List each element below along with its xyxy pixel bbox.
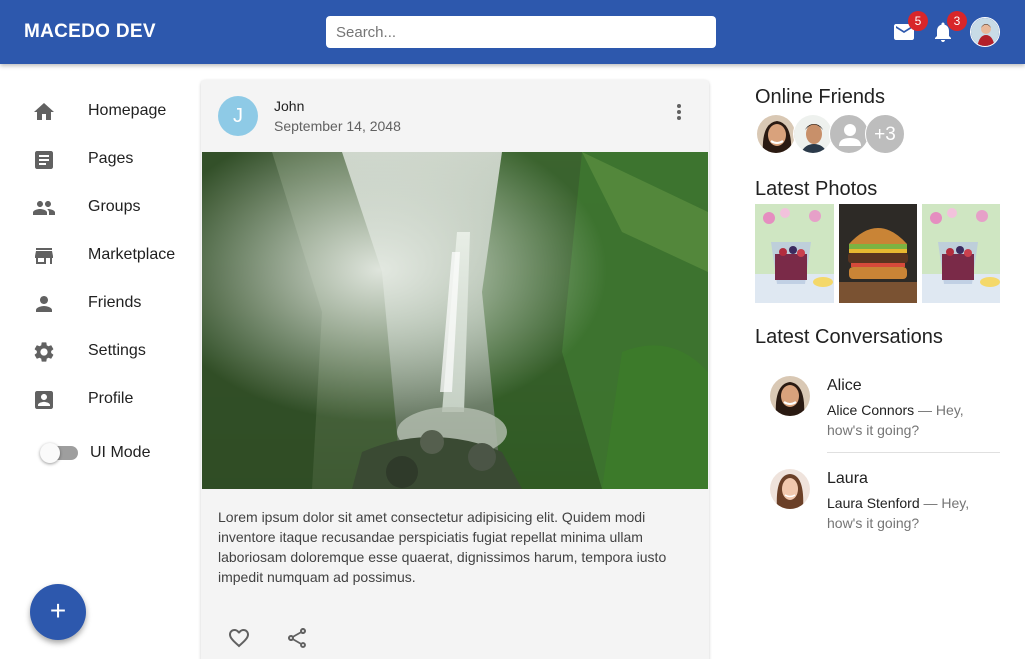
mail-badge: 5	[908, 11, 928, 31]
notifications-badge: 3	[947, 11, 967, 31]
laura-photo	[770, 469, 810, 509]
heart-icon	[229, 629, 249, 648]
conversation-item[interactable]: Laura Laura Stenford — Hey, how's it goi…	[755, 469, 1005, 533]
conversation-sender: Alice Connors	[827, 402, 915, 418]
photo-thumbnail[interactable]	[839, 204, 917, 303]
dessert-photo	[755, 204, 834, 303]
sidebar-item-label: Homepage	[88, 102, 167, 119]
add-button[interactable]: +	[30, 584, 86, 640]
conversation-name: Alice	[827, 377, 862, 394]
notifications-button[interactable]: 3	[931, 11, 967, 44]
post-date: September 14, 2048	[274, 118, 401, 134]
more-friends-count[interactable]: +3	[865, 114, 905, 154]
sidebar-item-label: Friends	[88, 294, 142, 311]
share-button[interactable]	[285, 626, 309, 650]
latest-conversations-title: Latest Conversations	[755, 326, 943, 348]
person-icon	[36, 296, 52, 312]
alice-photo	[770, 376, 810, 416]
sidebar-item-label: Settings	[88, 342, 146, 359]
conversation-item[interactable]: Alice Alice Connors — Hey, how's it goin…	[755, 376, 1005, 440]
sidebar-item-settings[interactable]: Settings	[0, 328, 200, 376]
sidebar-item-label: Marketplace	[88, 246, 176, 263]
friend-photo	[757, 115, 795, 153]
ui-mode-label: UI Mode	[90, 444, 151, 461]
latest-photos-title: Latest Photos	[755, 178, 878, 200]
user-avatar[interactable]	[970, 17, 1000, 47]
sidebar-item-friends[interactable]: Friends	[0, 280, 200, 328]
sidebar-item-label: Pages	[88, 150, 134, 167]
post-image	[202, 152, 708, 489]
friend-avatar[interactable]	[793, 114, 833, 154]
share-icon	[288, 628, 306, 648]
conversation-divider	[827, 452, 1000, 453]
post-avatar[interactable]: J	[218, 96, 258, 136]
ui-mode-toggle-row: UI Mode	[0, 438, 200, 466]
photo-thumbnail[interactable]	[922, 204, 1000, 303]
conversation-preview: Alice Connors — Hey, how's it going?	[827, 400, 987, 440]
conversation-name: Laura	[827, 470, 868, 487]
friend-photo	[794, 115, 832, 153]
sidebar-item-label: Profile	[88, 390, 134, 407]
photo-thumbnail[interactable]	[755, 204, 834, 303]
like-button[interactable]	[227, 626, 251, 650]
person-icon	[839, 124, 861, 146]
article-icon	[35, 151, 53, 169]
sidebar-item-homepage[interactable]: Homepage	[0, 88, 200, 136]
friend-avatar[interactable]	[756, 114, 796, 154]
conversation-preview: Laura Stenford — Hey, how's it going?	[827, 493, 987, 533]
app-title[interactable]: MACEDO DEV	[24, 21, 156, 43]
conversation-avatar	[770, 469, 810, 509]
sidebar-item-pages[interactable]: Pages	[0, 136, 200, 184]
user-avatar-image	[971, 18, 999, 46]
more-vertical-icon	[677, 104, 681, 120]
account-box-icon	[35, 391, 53, 409]
post-text: Lorem ipsum dolor sit amet consectetur a…	[218, 509, 667, 585]
ui-mode-toggle[interactable]	[40, 443, 60, 463]
online-friends-title: Online Friends	[755, 86, 886, 108]
post-author: John	[274, 98, 305, 114]
home-icon	[34, 103, 54, 120]
sidebar-item-groups[interactable]: Groups	[0, 184, 200, 232]
sidebar-item-profile[interactable]: Profile	[0, 376, 200, 424]
group-icon	[33, 201, 55, 215]
app-bar: MACEDO DEV 5 3	[0, 0, 1025, 64]
conversation-sender: Laura Stenford	[827, 495, 920, 511]
search-input[interactable]	[326, 16, 716, 48]
conversation-avatar	[770, 376, 810, 416]
post-card: J John September 14, 2048 Lorem ipsum do…	[201, 80, 709, 659]
dessert-photo	[922, 204, 1000, 303]
sidebar: Homepage Pages Groups Marketplace Friend…	[0, 64, 200, 659]
gear-icon	[34, 342, 54, 362]
store-icon	[35, 248, 53, 264]
post-menu-button[interactable]	[667, 100, 691, 124]
sidebar-item-label: Groups	[88, 198, 141, 215]
mail-button[interactable]: 5	[892, 11, 928, 44]
burger-photo	[839, 204, 917, 303]
friend-avatar[interactable]	[829, 114, 869, 154]
sidebar-item-marketplace[interactable]: Marketplace	[0, 232, 200, 280]
